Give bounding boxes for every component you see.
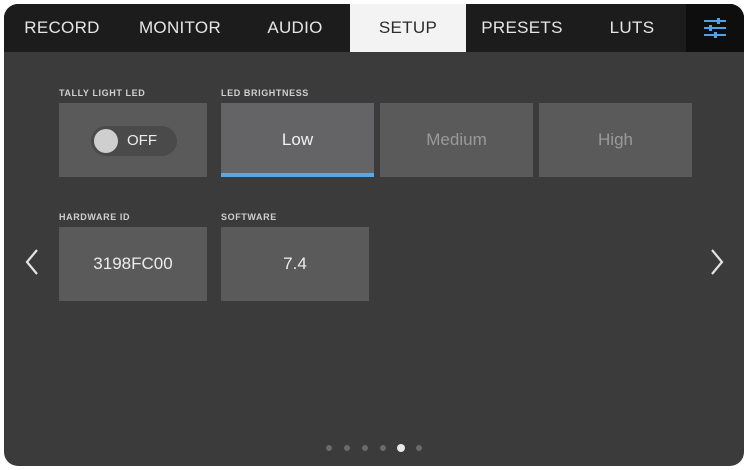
tab-luts[interactable]: LUTS (578, 4, 686, 52)
sliders-icon (704, 18, 726, 38)
brightness-option-label: Medium (426, 130, 487, 149)
tally-light-control: OFF (59, 103, 207, 177)
chevron-left-icon (25, 249, 38, 275)
tab-monitor[interactable]: MONITOR (120, 4, 240, 52)
page-dot-current (397, 444, 405, 452)
software-version-value: 7.4 (283, 254, 307, 273)
tally-toggle[interactable]: OFF (91, 126, 177, 156)
page-dot (380, 445, 386, 451)
tab-bar: RECORD MONITOR AUDIO SETUP PRESETS LUTS (4, 4, 744, 52)
tab-presets[interactable]: PRESETS (466, 4, 578, 52)
brightness-option-high[interactable]: High (539, 103, 692, 177)
selected-indicator (221, 173, 374, 177)
page-dot (326, 445, 332, 451)
hardware-id-value: 3198FC00 (93, 254, 173, 273)
software-label: SOFTWARE (221, 212, 277, 222)
page-dot (416, 445, 422, 451)
page-indicator (322, 443, 432, 453)
page-dot (362, 445, 368, 451)
hardware-id-value-box: 3198FC00 (59, 227, 207, 301)
tab-record[interactable]: RECORD (4, 4, 120, 52)
tab-setup[interactable]: SETUP (350, 4, 466, 52)
page-dot (344, 445, 350, 451)
tab-audio[interactable]: AUDIO (240, 4, 350, 52)
previous-page-button[interactable] (22, 244, 42, 280)
toggle-knob (94, 129, 118, 153)
chevron-right-icon (711, 249, 724, 275)
hardware-id-label: HARDWARE ID (59, 212, 131, 222)
brightness-option-label: High (598, 130, 633, 149)
led-brightness-label: LED BRIGHTNESS (221, 88, 309, 98)
menu-button[interactable] (686, 4, 744, 52)
brightness-option-medium[interactable]: Medium (380, 103, 533, 177)
brightness-option-label: Low (281, 130, 314, 149)
setup-screen: RECORD MONITOR AUDIO SETUP PRESETS LUTS … (4, 4, 744, 466)
next-page-button[interactable] (707, 244, 727, 280)
brightness-option-low[interactable]: Low (221, 103, 374, 177)
tally-toggle-state: OFF (127, 132, 157, 149)
software-value-box: 7.4 (221, 227, 369, 301)
tally-light-label: TALLY LIGHT LED (59, 88, 146, 98)
